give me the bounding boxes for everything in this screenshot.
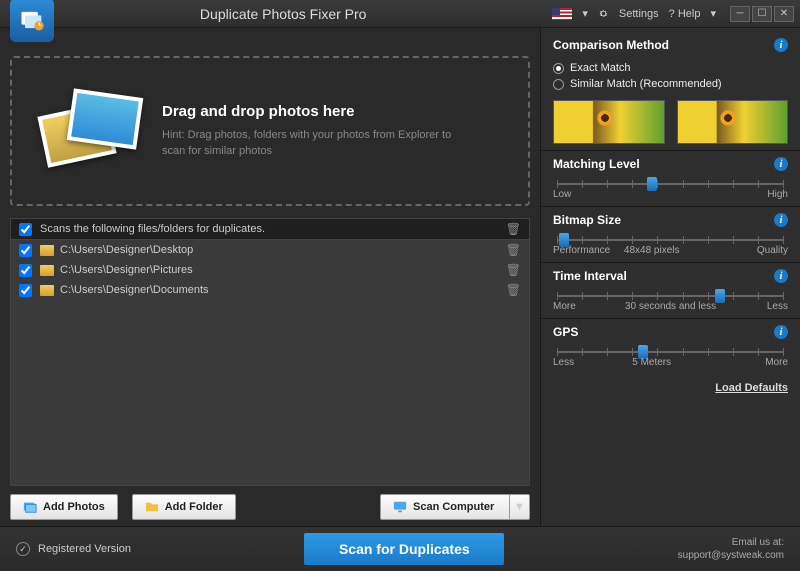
row-path: C:\Users\Designer\Documents bbox=[60, 284, 506, 296]
folder-icon bbox=[40, 265, 54, 276]
radio-label: Exact Match bbox=[570, 62, 631, 74]
left-panel: Drag and drop photos here Hint: Drag pho… bbox=[0, 28, 540, 526]
slider-label-high: Quality bbox=[757, 245, 788, 256]
slider-label-high: Less bbox=[767, 301, 788, 312]
check-icon: ✓ bbox=[16, 542, 30, 556]
folder-icon bbox=[40, 285, 54, 296]
list-item[interactable]: C:\Users\Designer\Pictures 🗑 bbox=[11, 260, 529, 280]
scan-computer-label: Scan Computer bbox=[413, 501, 494, 513]
slider-label-high: More bbox=[765, 357, 788, 368]
radio-exact[interactable]: Exact Match bbox=[553, 62, 788, 74]
time-interval-slider[interactable] bbox=[557, 295, 784, 297]
info-icon[interactable]: i bbox=[774, 269, 788, 283]
load-defaults-link[interactable]: Load Defaults bbox=[715, 382, 788, 394]
monitor-icon bbox=[393, 500, 407, 514]
preview-thumb bbox=[677, 100, 789, 144]
add-folder-button[interactable]: Add Folder bbox=[132, 494, 236, 520]
add-photos-label: Add Photos bbox=[43, 501, 105, 513]
maximize-button[interactable]: ☐ bbox=[752, 6, 772, 22]
list-header-text: Scans the following files/folders for du… bbox=[40, 223, 506, 235]
radio-label: Similar Match (Recommended) bbox=[570, 78, 722, 90]
radio-similar[interactable]: Similar Match (Recommended) bbox=[553, 78, 788, 90]
flag-dropdown-icon[interactable]: ▾ bbox=[582, 7, 588, 20]
gps-slider[interactable] bbox=[557, 351, 784, 353]
folder-icon bbox=[40, 245, 54, 256]
trash-icon[interactable]: 🗑 bbox=[506, 243, 521, 257]
trash-icon[interactable]: 🗑 bbox=[506, 222, 521, 236]
radio-icon bbox=[553, 79, 564, 90]
list-header: Scans the following files/folders for du… bbox=[10, 218, 530, 240]
time-interval-title: Time Interval bbox=[553, 269, 627, 283]
bitmap-size-title: Bitmap Size bbox=[553, 213, 621, 227]
registered-text: Registered Version bbox=[38, 543, 131, 555]
info-icon[interactable]: i bbox=[774, 213, 788, 227]
select-all-checkbox[interactable] bbox=[19, 223, 32, 236]
dropzone-heading: Drag and drop photos here bbox=[162, 103, 462, 120]
list-item[interactable]: C:\Users\Designer\Desktop 🗑 bbox=[11, 240, 529, 260]
settings-link[interactable]: Settings bbox=[619, 8, 659, 20]
row-path: C:\Users\Designer\Desktop bbox=[60, 244, 506, 256]
scan-duplicates-button[interactable]: Scan for Duplicates bbox=[304, 533, 504, 565]
add-folder-label: Add Folder bbox=[165, 501, 223, 513]
photo-stack-icon bbox=[42, 91, 142, 171]
scan-computer-button[interactable]: Scan Computer bbox=[380, 494, 510, 520]
language-flag[interactable] bbox=[552, 8, 572, 20]
matching-level-slider[interactable] bbox=[557, 183, 784, 185]
slider-label-mid: 30 seconds and less bbox=[625, 301, 716, 312]
slider-label-mid: 48x48 pixels bbox=[624, 245, 680, 256]
help-dropdown-icon[interactable]: ▾ bbox=[710, 7, 716, 20]
trash-icon[interactable]: 🗑 bbox=[506, 263, 521, 277]
close-button[interactable]: ✕ bbox=[774, 6, 794, 22]
info-icon[interactable]: i bbox=[774, 325, 788, 339]
row-path: C:\Users\Designer\Pictures bbox=[60, 264, 506, 276]
gps-title: GPS bbox=[553, 325, 578, 339]
add-photos-button[interactable]: Add Photos bbox=[10, 494, 118, 520]
email-label: Email us at: bbox=[678, 536, 784, 549]
slider-label-low: Less bbox=[553, 357, 574, 368]
title-bar: Duplicate Photos Fixer Pro ▾ Settings ? … bbox=[0, 0, 800, 28]
app-icon bbox=[10, 0, 54, 42]
info-icon[interactable]: i bbox=[774, 157, 788, 171]
scan-dropdown-button[interactable]: ▼ bbox=[510, 494, 530, 520]
minimize-button[interactable]: ─ bbox=[730, 6, 750, 22]
slider-label-low: Low bbox=[553, 189, 571, 200]
slider-label-mid: 5 Meters bbox=[632, 357, 671, 368]
info-icon[interactable]: i bbox=[774, 38, 788, 52]
trash-icon[interactable]: 🗑 bbox=[506, 283, 521, 297]
radio-icon bbox=[553, 63, 564, 74]
app-title: Duplicate Photos Fixer Pro bbox=[14, 6, 552, 22]
row-checkbox[interactable] bbox=[19, 264, 32, 277]
matching-level-title: Matching Level bbox=[553, 157, 640, 171]
row-checkbox[interactable] bbox=[19, 244, 32, 257]
file-list: C:\Users\Designer\Desktop 🗑 C:\Users\Des… bbox=[10, 240, 530, 486]
list-item[interactable]: C:\Users\Designer\Documents 🗑 bbox=[11, 280, 529, 300]
preview-thumb bbox=[553, 100, 665, 144]
email-address: support@systweak.com bbox=[678, 549, 784, 562]
row-checkbox[interactable] bbox=[19, 284, 32, 297]
bitmap-size-slider[interactable] bbox=[557, 239, 784, 241]
footer: ✓ Registered Version Scan for Duplicates… bbox=[0, 526, 800, 571]
photos-icon bbox=[23, 500, 37, 514]
right-panel: Comparison Method i Exact Match Similar … bbox=[540, 28, 800, 526]
help-link[interactable]: ? Help bbox=[669, 8, 701, 20]
slider-label-low: More bbox=[553, 301, 576, 312]
dropzone-hint: Hint: Drag photos, folders with your pho… bbox=[162, 128, 462, 159]
gear-icon bbox=[598, 8, 609, 19]
folder-icon bbox=[145, 500, 159, 514]
drop-zone[interactable]: Drag and drop photos here Hint: Drag pho… bbox=[10, 56, 530, 206]
slider-label-high: High bbox=[767, 189, 788, 200]
comparison-method-title: Comparison Method bbox=[553, 38, 669, 52]
